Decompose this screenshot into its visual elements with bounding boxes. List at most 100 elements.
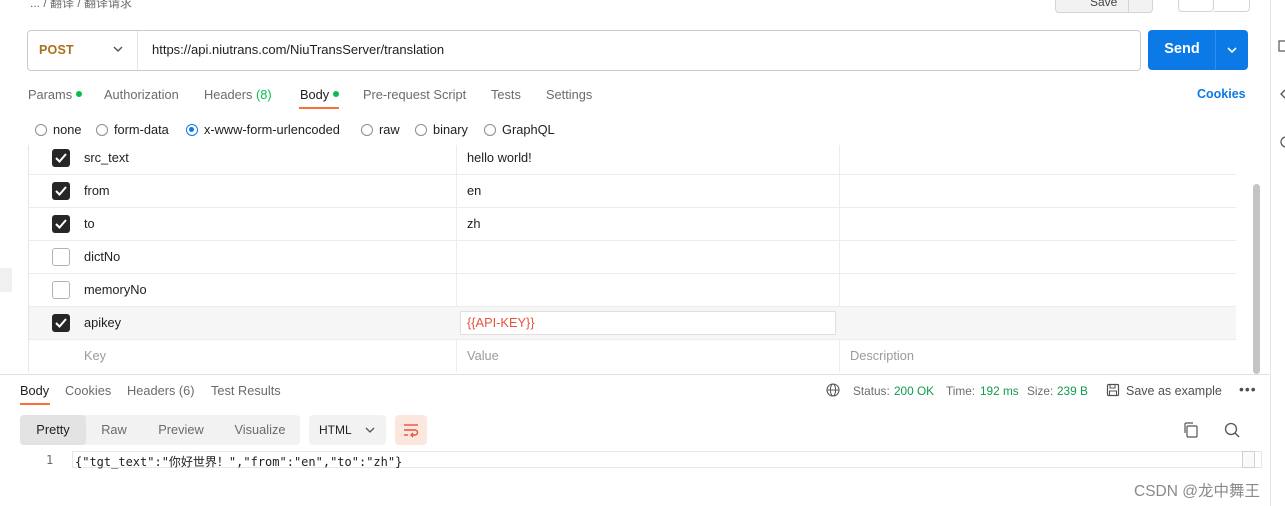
- view-raw[interactable]: Raw: [86, 415, 142, 445]
- radio-raw[interactable]: raw: [361, 122, 400, 137]
- url-bar: POST https://api.niutrans.com/NiuTransSe…: [27, 30, 1141, 71]
- code-icon[interactable]: [1278, 88, 1285, 100]
- row-checkbox[interactable]: [52, 149, 70, 167]
- pane-divider[interactable]: [0, 374, 1270, 375]
- size-label: Size:: [1027, 384, 1054, 398]
- radio-circle-icon: [484, 124, 496, 136]
- cookies-link[interactable]: Cookies: [1197, 87, 1246, 101]
- format-select[interactable]: HTML: [309, 415, 386, 445]
- param-value[interactable]: en: [467, 183, 481, 198]
- send-button[interactable]: Send: [1148, 30, 1248, 70]
- comments-button[interactable]: [1214, 0, 1250, 12]
- send-divider: [1215, 30, 1216, 70]
- tab-params[interactable]: Params: [28, 87, 83, 102]
- tab-response-cookies[interactable]: Cookies: [65, 383, 111, 398]
- edit-button[interactable]: [1178, 0, 1214, 12]
- tab-headers[interactable]: Headers (8): [204, 87, 272, 102]
- view-pretty[interactable]: Pretty: [20, 415, 86, 445]
- row-checkbox[interactable]: [52, 215, 70, 233]
- documentation-icon[interactable]: [1278, 40, 1285, 52]
- key-placeholder[interactable]: Key: [84, 348, 106, 363]
- save-button-label: Save: [1090, 0, 1118, 9]
- breadcrumb: ... / 翻译 / 翻译请求: [30, 0, 133, 10]
- table-row: apikey {{API-KEY}}: [29, 307, 1236, 340]
- param-key[interactable]: memoryNo: [84, 282, 147, 297]
- row-checkbox[interactable]: [52, 281, 70, 299]
- view-visualize[interactable]: Visualize: [220, 415, 300, 445]
- response-view-mode: Pretty Raw Preview Visualize: [20, 415, 300, 445]
- radio-circle-icon: [96, 124, 108, 136]
- tab-body[interactable]: Body: [300, 87, 340, 102]
- response-body-editor[interactable]: 1 {"tgt_text":"你好世界！","from":"en","to":"…: [20, 451, 1262, 470]
- radio-binary[interactable]: binary: [415, 122, 468, 137]
- more-options-icon[interactable]: •••: [1239, 381, 1257, 397]
- tab-authorization[interactable]: Authorization: [104, 87, 179, 102]
- param-key[interactable]: src_text: [84, 150, 129, 165]
- radio-none[interactable]: none: [35, 122, 81, 137]
- params-table: src_text hello world! from en to zh dict…: [28, 145, 1236, 372]
- params-scrollbar[interactable]: [1253, 184, 1260, 374]
- checkmark-icon: [55, 318, 67, 328]
- wrap-lines-button[interactable]: [395, 415, 427, 445]
- tab-response-headers[interactable]: Headers (6): [127, 383, 195, 398]
- save-as-example-button[interactable]: Save as example: [1106, 383, 1222, 398]
- tab-response-body[interactable]: Body: [20, 383, 49, 398]
- table-row: from en: [29, 175, 1236, 208]
- wrap-lines-icon: [404, 424, 419, 438]
- radio-graphql[interactable]: GraphQL: [484, 122, 555, 137]
- tab-body-label: Body: [300, 87, 330, 102]
- status-value[interactable]: 200 OK: [894, 384, 934, 398]
- tab-tests[interactable]: Tests: [491, 87, 521, 102]
- param-value-variable: {{API-KEY}}: [467, 315, 535, 330]
- param-key[interactable]: from: [84, 183, 110, 198]
- copy-icon[interactable]: [1182, 421, 1200, 439]
- method-select[interactable]: POST: [28, 31, 138, 70]
- params-dot-icon: [76, 91, 83, 97]
- table-row: memoryNo: [29, 274, 1236, 307]
- save-icon: [1106, 383, 1120, 397]
- radio-circle-icon: [415, 124, 427, 136]
- table-row: src_text hello world!: [29, 145, 1236, 175]
- radio-circle-icon: [361, 124, 373, 136]
- time-value[interactable]: 192 ms: [980, 384, 1019, 398]
- send-button-label: Send: [1164, 41, 1200, 57]
- param-key[interactable]: to: [84, 216, 95, 231]
- line-number: 1: [46, 453, 54, 467]
- save-button[interactable]: Save: [1055, 0, 1153, 13]
- tab-headers-count: (8): [255, 87, 272, 102]
- table-row-placeholder: Key Value Description: [29, 340, 1236, 372]
- row-checkbox[interactable]: [52, 248, 70, 266]
- radio-urlencoded[interactable]: x-www-form-urlencoded: [186, 122, 340, 137]
- save-button-divider: [1128, 0, 1129, 13]
- param-key[interactable]: dictNo: [84, 249, 120, 264]
- param-value[interactable]: hello world!: [467, 150, 532, 165]
- time-label: Time:: [946, 384, 976, 398]
- tab-test-results[interactable]: Test Results: [211, 383, 281, 398]
- chevron-down-icon: [113, 46, 123, 52]
- row-checkbox[interactable]: [52, 314, 70, 332]
- method-label: POST: [39, 43, 74, 57]
- tab-pre-request-script[interactable]: Pre-request Script: [363, 87, 466, 102]
- table-row: to zh: [29, 208, 1236, 241]
- description-placeholder[interactable]: Description: [850, 348, 914, 363]
- row-checkbox[interactable]: [52, 182, 70, 200]
- globe-icon[interactable]: [826, 383, 840, 397]
- top-bar: ... / 翻译 / 翻译请求 Save: [0, 0, 1270, 22]
- response-body-text[interactable]: {"tgt_text":"你好世界！","from":"en","to":"zh…: [75, 453, 402, 470]
- checkmark-icon: [55, 186, 67, 196]
- radio-form-data[interactable]: form-data: [96, 122, 169, 137]
- table-row: dictNo: [29, 241, 1236, 274]
- url-input[interactable]: https://api.niutrans.com/NiuTransServer/…: [152, 42, 444, 57]
- tab-settings[interactable]: Settings: [546, 87, 592, 102]
- view-preview[interactable]: Preview: [142, 415, 220, 445]
- search-icon[interactable]: [1223, 421, 1241, 439]
- size-value[interactable]: 239 B: [1057, 384, 1088, 398]
- info-icon[interactable]: [1278, 136, 1285, 148]
- right-sidebar: [1270, 0, 1285, 506]
- format-label: HTML: [319, 423, 352, 437]
- send-options-chevron-icon[interactable]: [1225, 42, 1239, 58]
- param-key[interactable]: apikey: [84, 315, 121, 330]
- radio-none-label: none: [53, 122, 82, 137]
- value-placeholder[interactable]: Value: [467, 348, 499, 363]
- param-value[interactable]: zh: [467, 216, 481, 231]
